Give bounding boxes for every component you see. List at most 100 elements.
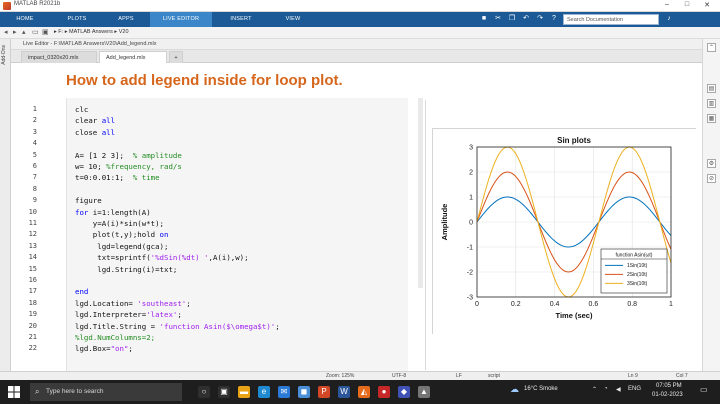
y-tick-label: -1: [467, 244, 473, 251]
task-view-icon[interactable]: ▣: [218, 386, 230, 398]
column-status: Col 7: [676, 373, 688, 379]
browse-folder-icon[interactable]: ▭: [32, 28, 39, 38]
side-panel-label[interactable]: Add-Ons: [1, 45, 7, 65]
edge-icon[interactable]: e: [258, 386, 270, 398]
eol-status[interactable]: LF: [456, 373, 462, 379]
folder-up-icon[interactable]: ▴: [22, 28, 26, 38]
tab-insert[interactable]: INSERT: [214, 12, 268, 27]
matlab-taskbar-icon[interactable]: ◭: [358, 386, 370, 398]
clock-date[interactable]: 01-02-2023: [652, 392, 683, 398]
code-line[interactable]: plot(t,y);hold on: [75, 230, 169, 239]
line-number: 20: [28, 321, 37, 330]
code-line[interactable]: w= 10; %frequency, rad/s: [75, 162, 182, 171]
file-explorer-icon[interactable]: ▬: [238, 386, 250, 398]
tab-plots[interactable]: PLOTS: [52, 12, 102, 27]
code-line[interactable]: A= [1 2 3]; % amplitude: [75, 151, 182, 160]
maximize-icon[interactable]: □: [680, 1, 694, 8]
bell-icon[interactable]: ♪: [665, 15, 673, 23]
store-icon[interactable]: ◼: [298, 386, 310, 398]
add-tab-button[interactable]: +: [169, 51, 183, 63]
tray-chevron-icon[interactable]: ⌃: [592, 386, 597, 393]
volume-icon[interactable]: ◀: [616, 386, 621, 393]
code-line[interactable]: y=A(i)*sin(w*t);: [75, 219, 164, 228]
x-tick-label: 0.4: [550, 301, 560, 308]
mode-status[interactable]: script: [488, 373, 500, 379]
app-icon-3[interactable]: ▲: [418, 386, 430, 398]
help-icon[interactable]: ?: [550, 15, 558, 23]
redo-icon[interactable]: ↷: [536, 15, 544, 23]
weather-status[interactable]: 16°C Smoke: [524, 386, 558, 392]
clear-output-icon[interactable]: ⊘: [707, 174, 716, 183]
code-line[interactable]: lgd.Title.String = 'function Asin($\omeg…: [75, 322, 280, 331]
mail-icon[interactable]: ✉: [278, 386, 290, 398]
y-tick-label: 2: [469, 169, 473, 176]
expand-icon[interactable]: ⌃: [707, 43, 716, 52]
tab-home[interactable]: HOME: [0, 12, 50, 27]
x-tick-label: 0: [475, 301, 479, 308]
notification-icon[interactable]: ▭: [700, 385, 708, 394]
y-tick-label: 0: [469, 219, 473, 226]
legend-entry: 2Sin(10t): [627, 272, 648, 278]
documentation-search-input[interactable]: Search Documentation: [563, 14, 659, 25]
hide-code-icon[interactable]: ▦: [707, 114, 716, 123]
code-block[interactable]: 1 clc 2 clear all 3 close all 4 5 A= [1 2 3]; % …: [29, 98, 408, 372]
line-number: 14: [28, 253, 37, 262]
code-line[interactable]: lgd=legend(gca);: [75, 242, 168, 251]
current-folder-path[interactable]: ▸ F: ▸ MATLAB Answers ▸ V20: [54, 29, 129, 35]
tab-apps[interactable]: APPS: [104, 12, 148, 27]
page-title[interactable]: How to add legend inside for loop plot.: [66, 72, 343, 89]
back-arrow-icon[interactable]: ◂: [4, 28, 8, 38]
close-icon[interactable]: ✕: [700, 1, 714, 9]
zoom-status[interactable]: Zoom: 125%: [326, 373, 354, 379]
tab-add-legend-file[interactable]: Add_legend.mlx: [99, 51, 167, 63]
taskbar-search-input[interactable]: ⌕ Type here to search: [30, 383, 182, 401]
y-axis-label: Amplitude: [440, 204, 449, 241]
output-divider[interactable]: [425, 100, 426, 370]
output-right-icon[interactable]: ▥: [707, 99, 716, 108]
code-line[interactable]: t=0:0.01:1; % time: [75, 173, 160, 182]
editor-scrollbar[interactable]: [418, 98, 423, 288]
cut-icon[interactable]: ✂: [494, 15, 502, 23]
code-line[interactable]: txt=sprintf('%dSin(%dt) ',A(i),w);: [75, 253, 248, 262]
code-line[interactable]: lgd.Interpreter='latex';: [75, 310, 182, 319]
weather-icon[interactable]: ☁: [510, 384, 519, 395]
windows-start-icon[interactable]: [8, 386, 20, 398]
folder-icon[interactable]: ▣: [42, 28, 49, 38]
code-line[interactable]: lgd.Box="on";: [75, 344, 133, 353]
app-icon-2[interactable]: ◆: [398, 386, 410, 398]
code-line[interactable]: figure: [75, 196, 102, 205]
address-bar: ◂ ▸ ▴ ▭ ▣ ▸ F: ▸ MATLAB Answers ▸ V20: [0, 27, 720, 39]
code-line[interactable]: clc: [75, 105, 88, 114]
minimize-icon[interactable]: –: [660, 1, 674, 8]
code-line[interactable]: clear all: [75, 116, 115, 125]
search-icon: ⌕: [35, 387, 40, 396]
tab-view[interactable]: VIEW: [270, 12, 316, 27]
output-inline-icon[interactable]: ▤: [707, 84, 716, 93]
clock-time[interactable]: 07:05 PM: [656, 383, 682, 389]
powerpoint-icon[interactable]: P: [318, 386, 330, 398]
tab-impact-file[interactable]: impact_0320x20.mlx: [21, 51, 97, 63]
code-line[interactable]: lgd.String(i)=txt;: [75, 265, 177, 274]
cortana-icon[interactable]: ○: [198, 386, 210, 398]
document-tabs: impact_0320x20.mlx Add_legend.mlx +: [11, 50, 702, 63]
line-number: 21: [28, 333, 37, 341]
figure-output[interactable]: Sin plots Time (sec) Amplitude 0 0.2 0.4 0.…: [432, 128, 697, 335]
code-line[interactable]: lgd.Location= 'southeast';: [75, 299, 191, 308]
code-line[interactable]: %lgd.NumColumns=2;: [75, 333, 155, 342]
code-line[interactable]: close all: [75, 128, 115, 137]
app-icon[interactable]: ●: [378, 386, 390, 398]
encoding-status[interactable]: UTF-8: [392, 373, 406, 379]
save-icon[interactable]: ■: [480, 15, 488, 23]
wifi-icon[interactable]: ◔: [604, 386, 608, 392]
word-icon[interactable]: W: [338, 386, 350, 398]
forward-arrow-icon[interactable]: ▸: [13, 28, 17, 38]
language-indicator[interactable]: ENG: [628, 386, 641, 392]
settings-icon[interactable]: ⚙: [707, 159, 716, 168]
legend[interactable]: function Asin(ωt) 1Sin(10t) 2Sin(10t) 3Sin(…: [600, 248, 668, 294]
code-line[interactable]: end: [75, 287, 88, 296]
legend-entry: 3Sin(10t): [627, 281, 648, 287]
undo-icon[interactable]: ↶: [522, 15, 530, 23]
code-line[interactable]: for i=1:length(A): [75, 208, 151, 217]
tab-live-editor[interactable]: LIVE EDITOR: [150, 12, 212, 27]
copy-icon[interactable]: ❐: [508, 15, 516, 23]
